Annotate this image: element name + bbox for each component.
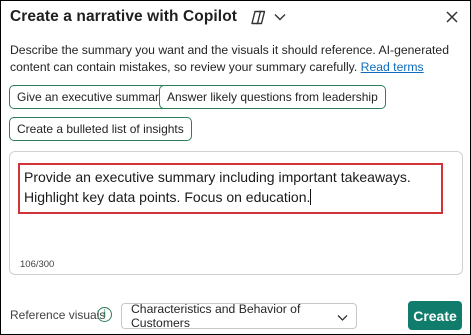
chevron-down-icon[interactable] (274, 11, 286, 23)
reference-visuals-label: Reference visuals (10, 308, 106, 322)
prompt-input[interactable]: Provide an executive summary including i… (9, 151, 463, 275)
pane-header: Create a narrative with Copilot (10, 6, 461, 28)
pane-title: Create a narrative with Copilot (10, 8, 238, 25)
prompt-text-highlight[interactable]: Provide an executive summary including i… (18, 163, 443, 214)
suggestion-executive-summary[interactable]: Give an executive summary (9, 85, 174, 109)
suggestion-bulleted-insights[interactable]: Create a bulleted list of insights (9, 117, 192, 141)
create-button[interactable]: Create (408, 301, 462, 330)
character-counter: 106/300 (20, 259, 55, 270)
copilot-icon[interactable] (249, 8, 267, 26)
text-caret (310, 188, 312, 205)
dropdown-chevron-icon (337, 311, 348, 325)
prompt-text: Provide an executive summary including i… (24, 169, 411, 205)
description: Describe the summary you want and the vi… (10, 42, 465, 75)
reference-visuals-dropdown[interactable]: Characteristics and Behavior of Customer… (121, 302, 357, 330)
close-icon[interactable] (443, 8, 461, 26)
selected-visual: Characteristics and Behavior of Customer… (131, 302, 301, 330)
suggestion-leadership-questions[interactable]: Answer likely questions from leadership (159, 85, 386, 109)
copilot-narrative-pane: Create a narrative with Copilot Describe… (0, 0, 471, 335)
read-terms-link[interactable]: Read terms (361, 60, 424, 74)
info-icon[interactable]: i (97, 307, 112, 322)
